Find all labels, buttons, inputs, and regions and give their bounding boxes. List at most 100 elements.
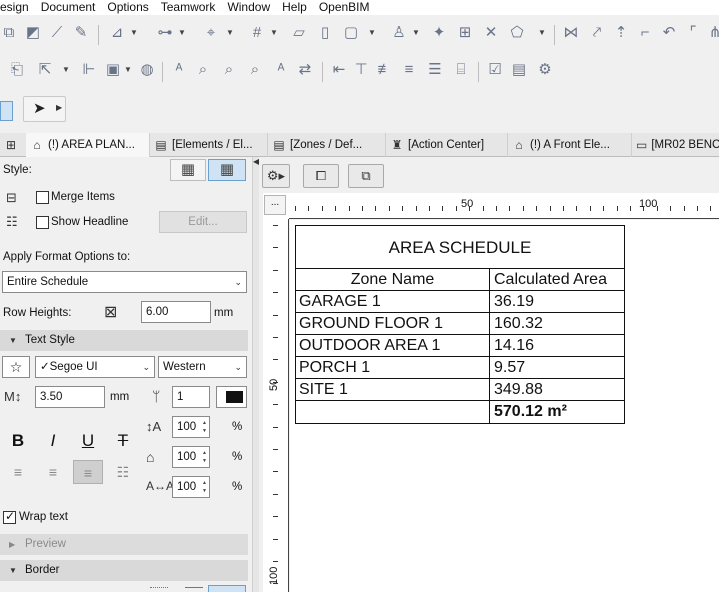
find-a-icon[interactable]: ᴬ xyxy=(170,61,188,79)
tree-icon[interactable]: ⊩ xyxy=(80,61,98,79)
chevron-down-icon[interactable]: ▼ xyxy=(62,61,70,79)
table-row[interactable]: OUTDOOR AREA 1 14.16 xyxy=(296,335,624,357)
chevron-down-icon[interactable]: ▼ xyxy=(124,61,132,79)
tab-navigator-grid[interactable]: ⊞ xyxy=(0,133,26,157)
inject-icon[interactable]: ✎ xyxy=(72,24,90,42)
chevron-down-icon[interactable]: ▼ xyxy=(538,24,546,42)
chevron-down-icon[interactable]: ▼ xyxy=(130,24,138,42)
favorite-icon[interactable]: ✦ xyxy=(430,24,448,42)
tab-action-center[interactable]: ♜ [Action Center] xyxy=(386,133,508,157)
globe-icon[interactable]: ◍ xyxy=(138,61,156,79)
text-arrow-icon[interactable]: ⇄ xyxy=(296,61,314,79)
schedule-settings-button[interactable]: ⚙▸ xyxy=(262,164,290,188)
total-row[interactable]: 570.12 m² xyxy=(296,401,624,423)
slab-icon[interactable]: ▱ xyxy=(290,24,308,42)
ruler-options-button[interactable]: ... xyxy=(264,195,286,215)
cursor-plus-icon[interactable]: ⇱ xyxy=(36,61,54,79)
pen-color-swatch[interactable] xyxy=(216,386,247,408)
apply-format-select[interactable]: Entire Schedule ⌄ xyxy=(2,271,247,293)
align-remove-icon[interactable]: ≢ xyxy=(376,61,394,79)
align-left-button[interactable]: ≡ xyxy=(3,460,33,484)
merge-items-checkbox[interactable] xyxy=(36,191,49,204)
bold-button[interactable]: B xyxy=(3,429,33,453)
tab-zones-schedule[interactable]: ▤ [Zones / Def... xyxy=(268,133,386,157)
find-zoom-icon-3[interactable]: ⌕ xyxy=(246,61,264,79)
settings-gear-icon[interactable]: ⚙ xyxy=(536,61,554,79)
dimension-icon[interactable]: ⊞ xyxy=(456,24,474,42)
section-icon[interactable]: ◩ xyxy=(24,24,42,42)
explode-icon[interactable]: ⋔ xyxy=(706,24,719,42)
guide-line-icon[interactable]: ⊶ xyxy=(156,24,174,42)
guid-icon[interactable]: ⌸ xyxy=(452,61,470,79)
coordinate-icon[interactable]: ⌖ xyxy=(202,24,220,42)
chevron-down-icon[interactable]: ▼ xyxy=(368,24,376,42)
tab-front-elevation[interactable]: ⌂ (!) A Front Ele... xyxy=(508,133,632,157)
intersect-icon[interactable]: ⌐ xyxy=(636,24,654,42)
menu-design[interactable]: esign xyxy=(0,0,35,15)
wall-icon[interactable]: ▯ xyxy=(316,24,334,42)
menu-document[interactable]: Document xyxy=(35,0,102,15)
indent-icon[interactable]: ≡ xyxy=(400,61,418,79)
font-select[interactable]: ✓Segoe UI ⌄ xyxy=(35,356,155,378)
line-spacing-input[interactable]: 100 xyxy=(172,416,210,438)
grid-icon[interactable]: # xyxy=(248,24,266,42)
arrow-tool-button[interactable]: ➤ ▶ xyxy=(23,96,66,122)
row-heights-input[interactable]: 6.00 xyxy=(141,301,211,323)
chevron-down-icon[interactable]: ▼ xyxy=(178,24,186,42)
adjust-icon[interactable]: ⤤ xyxy=(588,24,606,42)
chevron-down-icon[interactable]: ▼ xyxy=(226,24,234,42)
underline-button[interactable]: U xyxy=(73,429,103,453)
align-right-button[interactable]: ≡ xyxy=(73,460,103,484)
char-width-input[interactable]: 100 xyxy=(172,446,210,468)
save-icon[interactable]: ▣ xyxy=(104,61,122,79)
border-section[interactable]: ▼ Border xyxy=(0,560,248,581)
layer-icon[interactable]: ⊿ xyxy=(108,24,126,42)
menu-teamwork[interactable]: Teamwork xyxy=(155,0,222,15)
fillet-icon[interactable]: ↶ xyxy=(660,24,678,42)
table-row[interactable]: GARAGE 1 36.19 xyxy=(296,291,624,313)
pen-number-input[interactable]: 1 xyxy=(172,386,210,408)
list-icon[interactable]: ☰ xyxy=(426,61,444,79)
table-row[interactable]: SITE 1 349.88 xyxy=(296,379,624,401)
align-center-button[interactable]: ≡ xyxy=(38,460,68,484)
font-size-input[interactable]: 3.50 xyxy=(35,386,105,408)
align-left-icon[interactable]: ⇤ xyxy=(330,61,348,79)
style-table-grid-button[interactable]: ▦ xyxy=(208,159,246,181)
text-style-section[interactable]: ▼ Text Style xyxy=(0,330,248,351)
find-zoom-icon[interactable]: ⌕ xyxy=(194,61,212,79)
panel-splitter[interactable]: ◀ xyxy=(252,157,259,592)
table-row[interactable]: PORCH 1 9.57 xyxy=(296,357,624,379)
border-none-button[interactable] xyxy=(150,587,168,592)
menu-window[interactable]: Window xyxy=(221,0,276,15)
wrap-text-checkbox[interactable] xyxy=(3,509,16,524)
selection-indicator[interactable] xyxy=(0,101,13,121)
window-icon[interactable]: ▢ xyxy=(342,24,360,42)
align-top-icon[interactable]: ⊤ xyxy=(352,61,370,79)
favorites-star-icon[interactable]: ☆ xyxy=(2,356,30,378)
offset-icon[interactable]: ⌜ xyxy=(684,24,702,42)
menu-help[interactable]: Help xyxy=(276,0,313,15)
edit-button[interactable]: Edit... xyxy=(159,211,247,233)
renovation-icon[interactable]: ⎗ xyxy=(8,61,26,79)
eyedropper-icon[interactable]: ⟋ xyxy=(48,24,66,42)
script-select[interactable]: Western ⌄ xyxy=(158,356,247,378)
tab-elements-schedule[interactable]: ▤ [Elements / El... xyxy=(150,133,268,157)
table-row[interactable]: GROUND FLOOR 1 160.32 xyxy=(296,313,624,335)
show-headline-checkbox[interactable] xyxy=(36,216,49,229)
text-replace-icon[interactable]: ᴬ xyxy=(272,61,290,79)
table-icon[interactable]: ▤ xyxy=(510,61,528,79)
chevron-down-icon[interactable]: ▼ xyxy=(412,24,420,42)
tab-mr02-bench[interactable]: ▭ [MR02 BENCH xyxy=(632,133,719,157)
fit-view-button[interactable]: ⧠ xyxy=(303,164,339,188)
area-schedule-table[interactable]: AREA SCHEDULE Zone Name Calculated Area … xyxy=(295,225,625,424)
split-icon[interactable]: ⋈ xyxy=(562,24,580,42)
check-list-icon[interactable]: ☑ xyxy=(486,61,504,79)
style-table-plain-button[interactable]: ▦ xyxy=(170,159,206,181)
preview-section[interactable]: ▶ Preview xyxy=(0,534,248,555)
border-style-button[interactable] xyxy=(208,585,246,592)
char-spacing-input[interactable]: 100 xyxy=(172,476,210,498)
shape-icon[interactable]: ⬠ xyxy=(508,24,526,42)
border-outline-button[interactable] xyxy=(185,587,203,592)
menu-openbim[interactable]: OpenBIM xyxy=(313,0,376,15)
lamp-icon[interactable]: ♙ xyxy=(390,24,408,42)
